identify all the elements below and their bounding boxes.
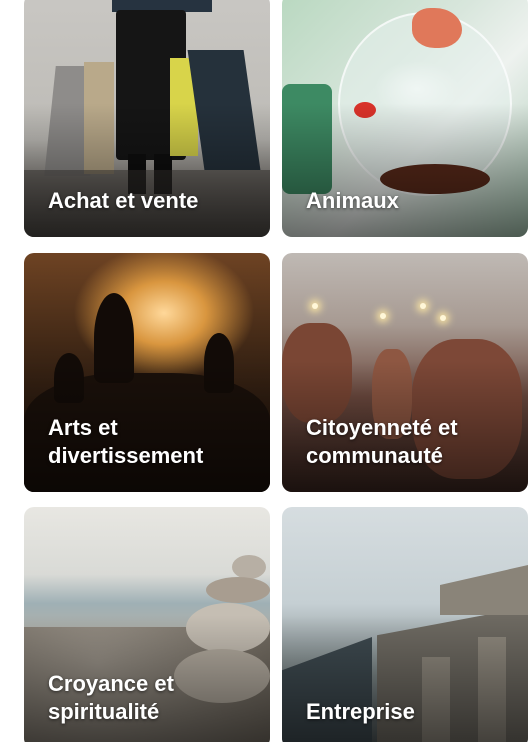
category-label: Citoyenneté et communauté [306, 415, 458, 468]
category-label: Entreprise [306, 699, 415, 724]
category-card-croyance-et-spiritualite[interactable]: Croyance et spiritualité [24, 507, 270, 742]
category-card-animaux[interactable]: Animaux [282, 0, 528, 237]
category-card-achat-et-vente[interactable]: Achat et vente [24, 0, 270, 237]
category-card-citoyennete-et-communaute[interactable]: Citoyenneté et communauté [282, 253, 528, 492]
category-label: Animaux [306, 188, 399, 213]
category-label: Arts et divertissement [48, 415, 204, 468]
category-card-entreprise[interactable]: Entreprise [282, 507, 528, 742]
category-card-arts-et-divertissement[interactable]: Arts et divertissement [24, 253, 270, 492]
category-label: Croyance et spiritualité [48, 671, 174, 724]
category-label: Achat et vente [48, 188, 199, 213]
category-grid: Achat et vente Animaux Arts et divertiss… [0, 0, 532, 742]
